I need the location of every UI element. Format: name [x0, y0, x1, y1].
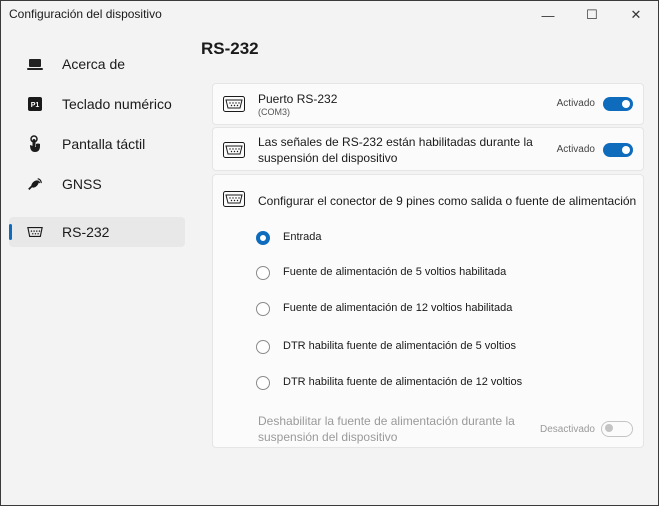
suspend-card-title-line2: suspensión del dispositivo	[258, 151, 398, 165]
suspend-signals-card: Las señales de RS-232 están habilitadas …	[212, 127, 644, 171]
satellite-icon	[27, 176, 43, 192]
sidebar-item-label: Teclado numérico	[62, 96, 172, 112]
touch-icon	[27, 135, 43, 152]
window-title: Configuración del dispositivo	[9, 7, 162, 21]
settings-window: Configuración del dispositivo — ☐ ✕ Acer…	[0, 0, 659, 506]
radio-button[interactable]	[256, 302, 270, 316]
sidebar-item-acerca-de[interactable]: Acerca de	[9, 49, 185, 79]
disable-power-label-line1: Deshabilitar la fuente de alimentación d…	[258, 414, 515, 428]
radio-label: Fuente de alimentación de 5 voltios habi…	[283, 266, 507, 278]
radio-label: Entrada	[283, 231, 322, 243]
port-toggle-label: Activado	[556, 98, 595, 109]
svg-text:P1: P1	[31, 102, 40, 109]
keypad-icon: P1	[27, 96, 43, 112]
page-title: RS-232	[201, 39, 259, 58]
serial-port-icon	[223, 191, 245, 207]
suspend-toggle[interactable]	[603, 143, 633, 157]
sidebar-item-teclado-numerico[interactable]: P1 Teclado numérico	[9, 89, 185, 119]
disable-power-label-line2: suspensión del dispositivo	[258, 430, 398, 444]
disable-power-toggle-label: Desactivado	[539, 424, 595, 435]
sidebar-item-pantalla-tactil[interactable]: Pantalla táctil	[9, 129, 185, 159]
radio-button[interactable]	[256, 266, 270, 280]
title-bar: Configuración del dispositivo — ☐ ✕	[1, 1, 658, 29]
maximize-button[interactable]: ☐	[570, 1, 614, 29]
suspend-card-title-line1: Las señales de RS-232 están habilitadas …	[258, 135, 533, 149]
radio-label: DTR habilita fuente de alimentación de 5…	[283, 340, 516, 352]
radio-button[interactable]	[256, 376, 270, 390]
sidebar-item-label: GNSS	[62, 176, 102, 192]
disable-power-toggle[interactable]	[601, 421, 633, 437]
port-card-subtitle: (COM3)	[258, 107, 290, 117]
radio-label: DTR habilita fuente de alimentación de 1…	[283, 376, 523, 388]
active-indicator	[9, 224, 12, 240]
sidebar-item-gnss[interactable]: GNSS	[9, 169, 185, 199]
port-card-title: Puerto RS-232	[258, 92, 338, 106]
serial-port-icon	[223, 142, 245, 158]
radio-button[interactable]	[256, 231, 270, 245]
serial-port-icon	[223, 96, 245, 112]
port-toggle[interactable]	[603, 97, 633, 111]
connector-card-title: Configurar el conector de 9 pines como s…	[258, 194, 637, 208]
sidebar-item-label: Pantalla táctil	[62, 136, 146, 152]
radio-label: Fuente de alimentación de 12 voltios hab…	[283, 302, 513, 314]
port-card: Puerto RS-232 (COM3) Activado	[212, 83, 644, 125]
laptop-icon	[27, 56, 43, 72]
minimize-button[interactable]: —	[526, 1, 570, 29]
sidebar-item-label: RS-232	[62, 224, 110, 240]
suspend-toggle-label: Activado	[556, 144, 595, 155]
radio-button[interactable]	[256, 340, 270, 354]
sidebar-item-label: Acerca de	[62, 56, 126, 72]
serial-port-icon	[27, 224, 43, 240]
close-button[interactable]: ✕	[614, 1, 658, 29]
sidebar-item-rs232[interactable]: RS-232	[9, 217, 185, 247]
